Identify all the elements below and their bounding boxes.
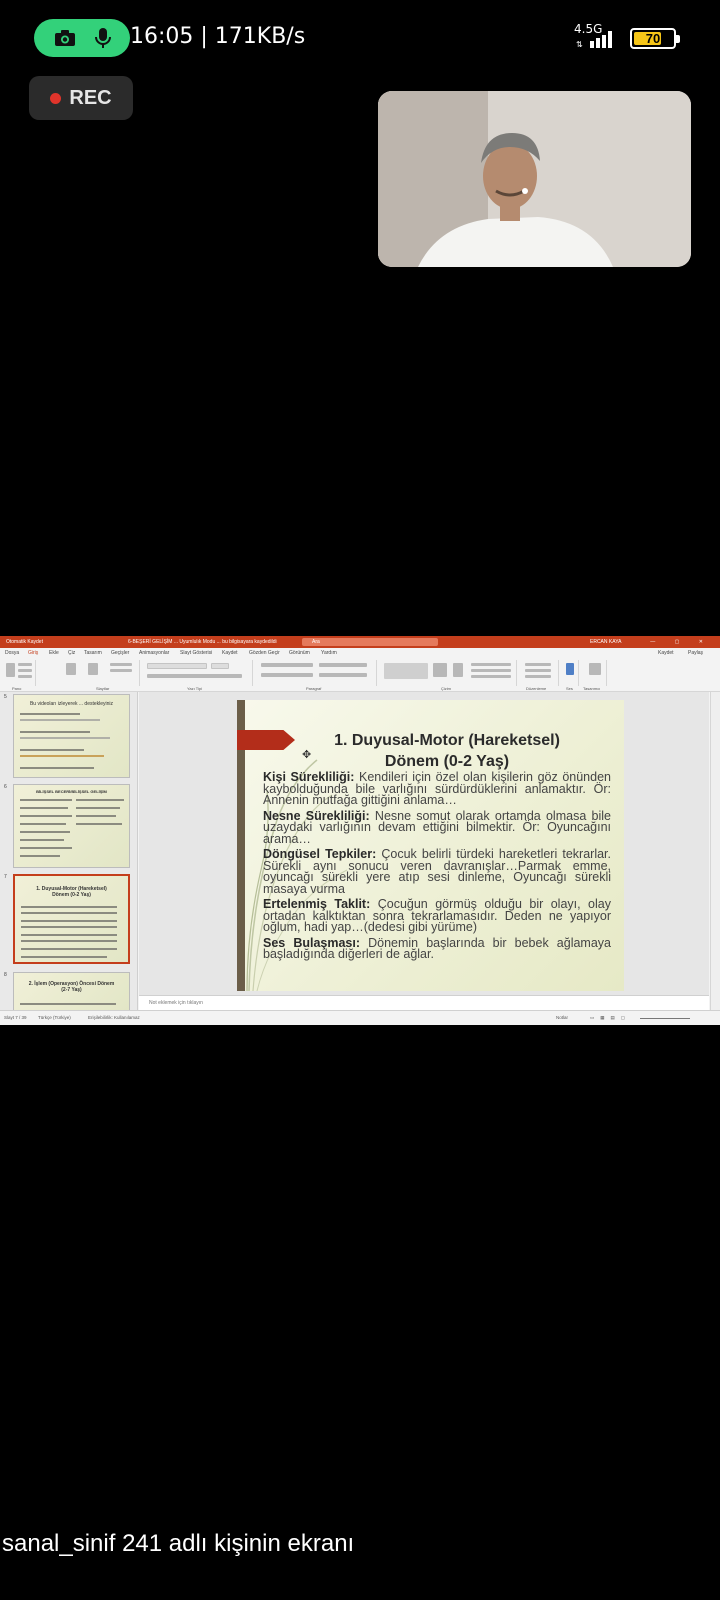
microphone-icon xyxy=(94,28,111,48)
tab-ekle[interactable]: Ekle xyxy=(49,648,59,658)
ribbon-label-paragraf: Paragraf xyxy=(306,686,322,691)
ribbon: Pano Slaytlar Yazı Tipi Paragraf Çizim D… xyxy=(0,658,720,692)
accessibility-indicator[interactable]: Erişilebilirlik: Kullanılamaz xyxy=(88,1011,140,1025)
record-dot-icon xyxy=(50,92,62,104)
zoom-slider[interactable] xyxy=(640,1018,690,1019)
slide-thumbnail-6[interactable]: BİLİŞSEL BECERİ/BİLİŞSEL GELİŞİM xyxy=(13,784,130,868)
ribbon-group-yazi-tipi[interactable] xyxy=(145,660,253,686)
slide-title: 1. Duyusal-Motor (Hareketsel) Dönem (0-2… xyxy=(297,730,597,772)
thumbnail-title: 1. Duyusal-Motor (Hareketsel) Dönem (0-2… xyxy=(36,886,107,898)
tab-tasarim[interactable]: Tasarım xyxy=(84,648,102,658)
tab-giris[interactable]: Giriş xyxy=(28,648,38,658)
slide-item: Ertelenmiş Taklit: Çocuğun görmüş olduğu… xyxy=(263,898,611,934)
slide-title-line1: 1. Duyusal-Motor (Hareketsel) xyxy=(334,732,560,749)
notes-pane[interactable]: Not eklemek için tıklayın xyxy=(139,995,709,1010)
search-box[interactable]: Ara xyxy=(302,638,438,646)
vertical-scrollbar[interactable] xyxy=(710,692,720,1010)
tab-ciz[interactable]: Çiz xyxy=(68,648,75,658)
ribbon-label-slaytlar: Slaytlar xyxy=(96,686,110,691)
tab-gorunum[interactable]: Görünüm xyxy=(289,648,310,658)
ribbon-label-cizim: Çizim xyxy=(441,686,451,691)
thumbnail-title: Bu videoları izleyerek ... destekleyiniz xyxy=(29,701,114,707)
slide-item: Nesne Sürekliliği: Nesne somut olarak or… xyxy=(263,809,611,846)
thumbnail-number: 6 xyxy=(4,784,7,790)
tab-gecisler[interactable]: Geçişler xyxy=(111,648,129,658)
notes-toggle[interactable]: Notlar xyxy=(556,1011,568,1025)
window-controls[interactable]: — ▢ ✕ xyxy=(650,636,712,648)
tab-animasyonlar[interactable]: Animasyonlar xyxy=(139,648,169,658)
user-name: ERCAN KAYA xyxy=(590,639,622,645)
ribbon-group-paragraf[interactable] xyxy=(257,660,377,686)
rec-badge[interactable]: REC xyxy=(29,76,133,120)
slide-title-line2: Dönem (0-2 Yaş) xyxy=(384,753,510,770)
rec-label: REC xyxy=(69,86,112,109)
thumbnail-number: 5 xyxy=(4,694,7,700)
ribbon-group-tasarimci[interactable] xyxy=(583,660,607,686)
ribbon-label-ses: Ses xyxy=(566,686,573,691)
ribbon-group-duzenleme[interactable] xyxy=(521,660,559,686)
participant-video[interactable] xyxy=(378,91,691,267)
slide-thumbnail-pane: 5 Bu videoları izleyerek ... destekleyin… xyxy=(0,692,138,1012)
tab-gozden-gecir[interactable]: Gözden Geçir xyxy=(249,648,280,658)
slide-thumbnail-7-selected[interactable]: 1. Duyusal-Motor (Hareketsel) Dönem (0-2… xyxy=(13,874,130,964)
autosave-toggle[interactable]: Otomatik Kaydet xyxy=(6,636,43,648)
slide-thumbnail-5[interactable]: Bu videoları izleyerek ... destekleyiniz xyxy=(13,694,130,778)
slide-body: Kişi Sürekliliği: Kendileri için özel ol… xyxy=(263,771,611,965)
signal-icon: ⇅ xyxy=(576,31,612,49)
ribbon-label-tasarimci: Tasarımcı xyxy=(583,686,601,691)
mouse-cursor-icon: ✥ xyxy=(302,749,312,761)
document-title: 6-BEŞERİ GELİŞİM ... Uyumlulık Modu ... … xyxy=(128,639,277,645)
status-time-speed: 16:05 | 171KB/s xyxy=(130,24,306,49)
view-buttons[interactable]: ▭▦▤▢ xyxy=(590,1011,631,1025)
slide-thumbnail-8[interactable]: 2. İşlem (Operasyon) Öncesi Dönem (2-7 Y… xyxy=(13,972,130,1012)
thumbnail-title: BİLİŞSEL BECERİ/BİLİŞSEL GELİŞİM xyxy=(36,789,107,794)
thumbnail-title: 2. İşlem (Operasyon) Öncesi Dönem (2-7 Y… xyxy=(28,981,115,993)
language-indicator[interactable]: Türkçe (Türkiye) xyxy=(38,1011,71,1025)
battery-icon: 70 xyxy=(630,28,680,49)
tab-kaydet[interactable]: Kaydet xyxy=(222,648,238,658)
slide-item: Döngüsel Tepkiler: Çocuk belirli türdeki… xyxy=(263,848,611,895)
screen-share-caption: sanal_sinif 241 adlı kişinin ekranı xyxy=(2,1530,355,1557)
svg-text:⇅: ⇅ xyxy=(576,40,583,49)
current-slide[interactable]: 1. Duyusal-Motor (Hareketsel) Dönem (0-2… xyxy=(237,700,624,991)
ribbon-label-pano: Pano xyxy=(12,686,22,691)
ribbon-tabs: Dosya Giriş Ekle Çiz Tasarım Geçişler An… xyxy=(0,648,720,658)
thumbnail-number: 8 xyxy=(4,972,7,978)
app-titlebar: Otomatik Kaydet 6-BEŞERİ GELİŞİM ... Uyu… xyxy=(0,636,720,648)
ribbon-group-cizim[interactable] xyxy=(381,660,517,686)
participant-video-frame xyxy=(378,91,691,267)
ribbon-label-duzenleme: Düzenleme xyxy=(526,686,547,691)
tab-slayt-gosterisi[interactable]: Slayt Gösterisi xyxy=(180,648,212,658)
slide-counter: Slayt 7 / 39 xyxy=(4,1015,27,1020)
ribbon-group-pano[interactable] xyxy=(2,660,36,686)
ribbon-group-slaytlar[interactable] xyxy=(62,660,140,686)
tab-yardim[interactable]: Yardım xyxy=(321,648,337,658)
camera-icon xyxy=(54,30,75,46)
slide-item: Kişi Sürekliliği: Kendileri için özel ol… xyxy=(263,771,611,807)
thumbnail-number: 7 xyxy=(4,874,7,880)
slide-item: Ses Bulaşması: Dönemin başlarında bir be… xyxy=(263,936,611,961)
battery-percent: 70 xyxy=(645,31,661,46)
tab-dosya[interactable]: Dosya xyxy=(5,648,19,658)
screen-recording-indicator[interactable] xyxy=(34,19,130,57)
app-statusbar: Slayt 7 / 39 Türkçe (Türkiye) Erişilebil… xyxy=(0,1010,720,1025)
save-button[interactable]: Kaydet xyxy=(658,648,674,658)
ribbon-label-yazi-tipi: Yazı Tipi xyxy=(187,686,203,691)
title-arrow-decoration xyxy=(237,730,295,750)
share-button[interactable]: Paylaş xyxy=(688,648,703,658)
ribbon-group-ses[interactable] xyxy=(563,660,579,686)
